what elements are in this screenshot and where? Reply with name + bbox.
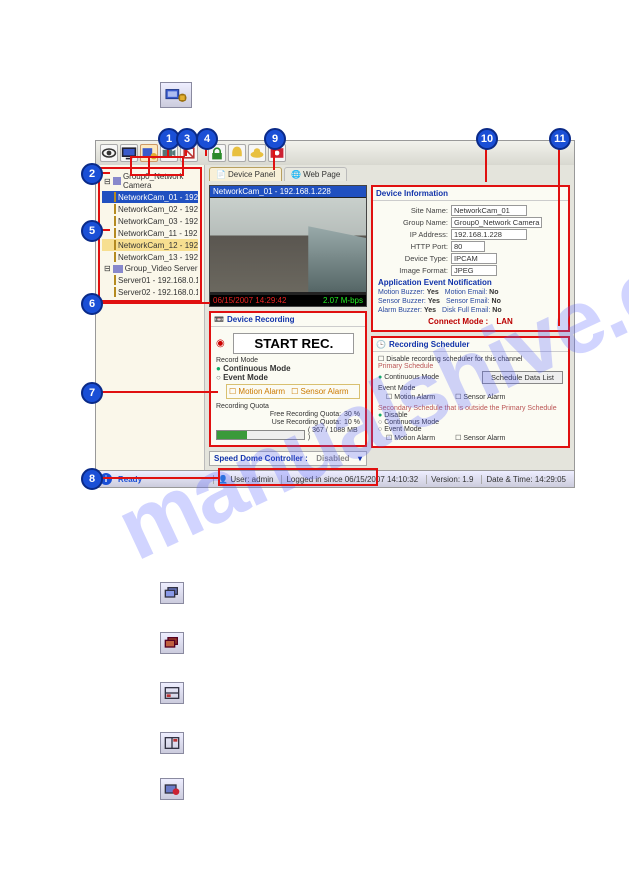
chk-motion-alarm[interactable]: Motion Alarm	[229, 387, 285, 396]
device-info-panel: Device Information Site Name:NetworkCam_…	[371, 185, 570, 332]
chk-sensor-alarm[interactable]: Sensor Alarm	[291, 387, 348, 396]
video-timestamp: 06/15/2007 14:29:42	[213, 296, 286, 305]
toolbar-cloud-icon[interactable]	[248, 144, 266, 162]
radio-secondary-continuous[interactable]: Continuous Mode	[378, 419, 563, 426]
quota-used: ( 367 / 1088 MB )	[308, 427, 360, 441]
quota-bar	[216, 430, 305, 440]
tab-web-page[interactable]: 🌐 Web Page	[284, 167, 347, 181]
content-tabs: 📄 Device Panel 🌐 Web Page	[205, 165, 574, 181]
device-tree-pane: ⊟Group0_Network Camera NetworkCam_01 - 1…	[96, 165, 205, 470]
tree-node[interactable]: NetworkCam_01 - 192.168.1.228	[102, 191, 198, 203]
tree-node[interactable]: NetworkCam_03 - 192.168.0.62	[102, 215, 198, 227]
callout-8: 8	[81, 468, 103, 490]
video-frame	[210, 198, 366, 292]
callout-7: 7	[81, 382, 103, 404]
tree-node[interactable]: NetworkCam_13 - 192.168.0.165	[102, 251, 198, 263]
stack-dark-icon[interactable]	[160, 632, 184, 654]
icon-legend	[160, 582, 184, 828]
http-port-field: 80	[451, 241, 485, 252]
callout-9: 9	[264, 128, 286, 150]
status-logged-in: Logged in since 06/15/2007 14:10:32	[281, 475, 422, 484]
speed-dome-panel: Speed Dome Controller : Disabled ▾	[209, 451, 367, 466]
schedule-data-list-button[interactable]: Schedule Data List	[482, 371, 563, 384]
video-title: NetworkCam_01 - 192.168.1.228	[210, 186, 366, 197]
status-ready: Ready	[118, 475, 142, 484]
start-rec-button[interactable]: START REC.	[233, 333, 354, 354]
free-quota-val: 30 %	[344, 411, 360, 418]
chk-disable-scheduler[interactable]: Disable recording scheduler for this cha…	[378, 355, 563, 363]
device-type-field: IPCAM	[451, 253, 497, 264]
toolbar-monitor-icon[interactable]	[120, 144, 138, 162]
callout-6: 6	[81, 293, 103, 315]
recording-scheduler-panel: 🕒Recording Scheduler Disable recording s…	[371, 336, 570, 448]
quota-header: Recording Quota	[216, 403, 360, 410]
callout-10: 10	[476, 128, 498, 150]
chk-primary-motion[interactable]: Motion Alarm	[386, 393, 435, 401]
ip-field: 192.168.1.228	[451, 229, 527, 240]
chk-secondary-sensor[interactable]: Sensor Alarm	[455, 434, 505, 442]
toolbar-device-info-icon[interactable]	[140, 144, 158, 162]
status-user: User: admin	[230, 475, 273, 484]
radio-secondary-disable[interactable]: Disable	[378, 412, 563, 419]
rec-stack-icon[interactable]	[160, 778, 184, 800]
stack-icon[interactable]	[160, 582, 184, 604]
tree-node[interactable]: Server01 - 192.168.0.102	[102, 274, 198, 286]
rec-status-icon: ◉	[216, 338, 225, 349]
chk-secondary-motion[interactable]: Motion Alarm	[386, 434, 435, 442]
tree-node[interactable]: NetworkCam_11 - 192.168.0.243	[102, 227, 198, 239]
toolbar-bell-icon[interactable]	[228, 144, 246, 162]
tree-node[interactable]: NetworkCam_02 - 192.168.0.58	[102, 203, 198, 215]
expand-icon[interactable]: ▾	[358, 454, 362, 463]
device-tree: ⊟Group0_Network Camera NetworkCam_01 - 1…	[98, 167, 202, 302]
callout-11: 11	[549, 128, 571, 150]
group-name-field: Group0_Network Camera	[451, 217, 542, 228]
app-window: ⊟Group0_Network Camera NetworkCam_01 - 1…	[95, 140, 575, 488]
grid-h-icon[interactable]	[160, 682, 184, 704]
radio-secondary-event[interactable]: Event Mode	[378, 426, 563, 433]
tree-node[interactable]: NetworkCam_12 - 192.168.0.244	[102, 239, 198, 251]
image-format-field: JPEG	[451, 265, 497, 276]
chk-primary-sensor[interactable]: Sensor Alarm	[455, 393, 505, 401]
video-preview[interactable]: NetworkCam_01 - 192.168.1.228 06/15/2007…	[209, 185, 367, 307]
device-info-large-button[interactable]	[160, 82, 192, 108]
tree-group-cameras[interactable]: ⊟Group0_Network Camera	[102, 171, 198, 191]
tree-group-servers[interactable]: ⊟Group_Video Server	[102, 263, 198, 274]
device-recording-panel: 📼Device Recording ◉ START REC. Record Mo…	[209, 311, 367, 447]
callout-2: 2	[81, 163, 103, 185]
status-version: Version: 1.9	[426, 475, 477, 484]
grid-v-icon[interactable]	[160, 732, 184, 754]
callout-3: 3	[176, 128, 198, 150]
callout-4: 4	[196, 128, 218, 150]
record-mode-header: Record Mode	[216, 357, 360, 364]
status-datetime: Date & Time: 14:29:05	[481, 475, 570, 484]
radio-continuous[interactable]: Continuous Mode	[216, 364, 360, 373]
clock-icon: 🕒	[376, 340, 386, 349]
tab-device-panel[interactable]: 📄 Device Panel	[209, 167, 282, 181]
use-quota-val: 10 %	[344, 419, 360, 426]
tree-node[interactable]: Server02 - 192.168.0.122	[102, 286, 198, 298]
radio-primary-continuous[interactable]: Continuous Mode	[378, 374, 439, 381]
site-name-field: NetworkCam_01	[451, 205, 527, 216]
record-icon: 📼	[214, 315, 224, 324]
video-bitrate: 2.07 M-bps	[323, 296, 363, 305]
radio-event[interactable]: Event Mode	[216, 373, 360, 382]
callout-5: 5	[81, 220, 103, 242]
device-info-icon	[165, 86, 187, 104]
toolbar-eye-icon[interactable]	[100, 144, 118, 162]
speed-dome-state: Disabled	[316, 454, 349, 463]
